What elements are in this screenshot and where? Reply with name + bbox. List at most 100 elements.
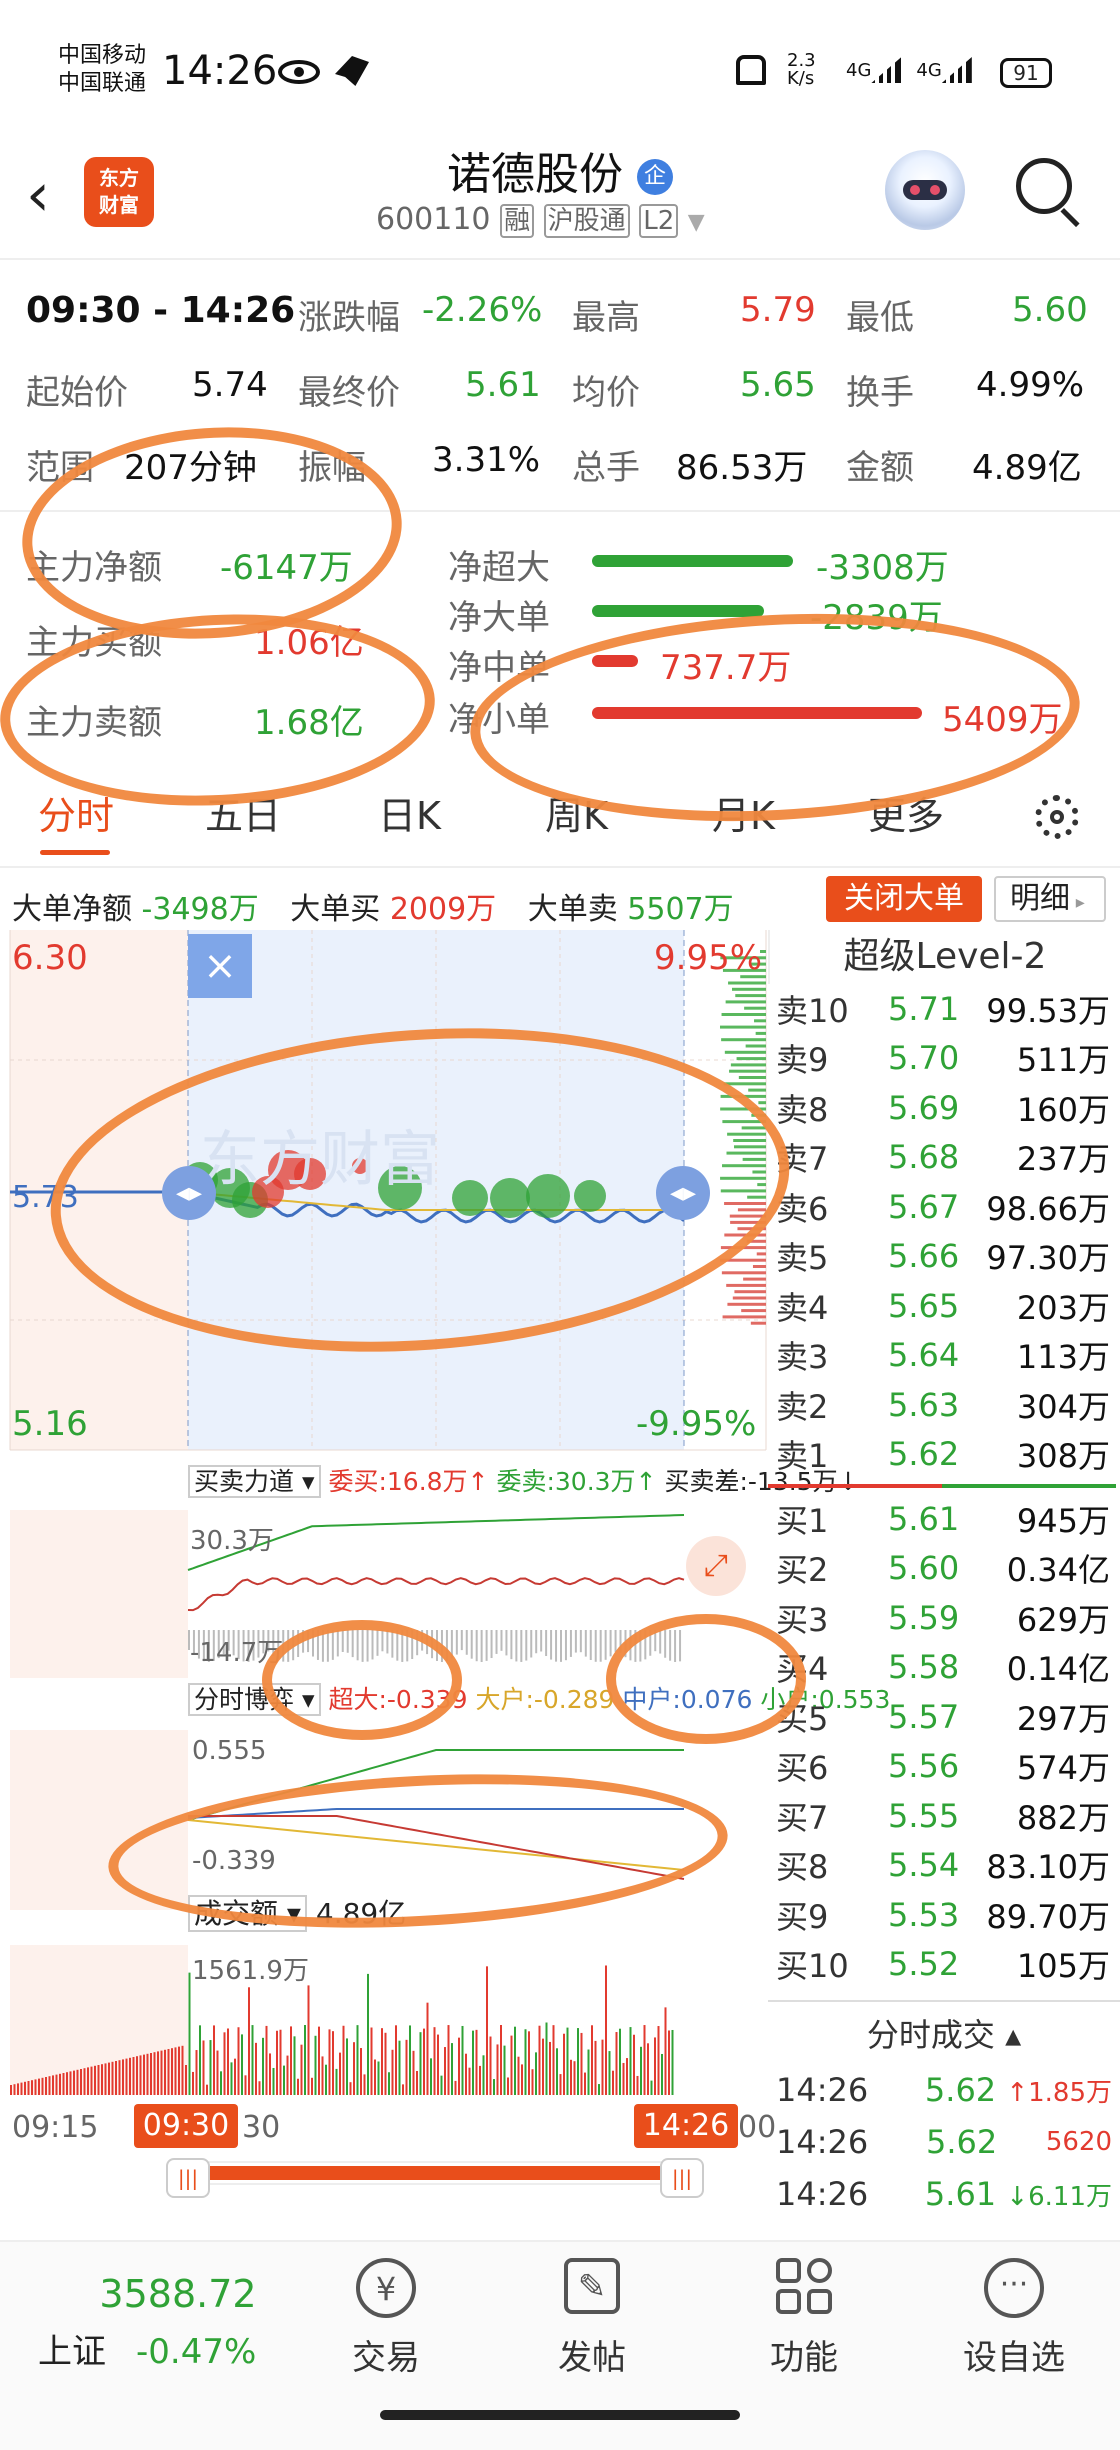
trades-title[interactable]: 分时成交 ▴ xyxy=(768,2010,1120,2056)
volume-bar xyxy=(370,2027,373,2095)
depth-bar xyxy=(733,1139,766,1142)
search-icon[interactable] xyxy=(1010,152,1084,228)
ask-label: 卖8 xyxy=(776,1090,829,1129)
ask-row[interactable]: 卖4 5.65 203万 xyxy=(776,1281,1120,1331)
ask-row[interactable]: 卖1 5.62 308万 xyxy=(776,1430,1120,1480)
back-icon[interactable]: ‹ xyxy=(26,160,70,230)
volume-dropdown[interactable]: 成交额 ▾ xyxy=(188,1895,307,1932)
volume-bar xyxy=(514,2026,516,2095)
bid-ask-diff-bar xyxy=(421,1630,424,1651)
volume-bar xyxy=(360,2048,362,2095)
robot-assistant-avatar[interactable] xyxy=(885,150,965,230)
volume-bar xyxy=(265,2025,268,2095)
nav-add-watchlist[interactable]: 设自选 xyxy=(944,2330,1084,2379)
close-selection-icon[interactable]: × xyxy=(188,934,252,998)
volume-bar xyxy=(146,2053,149,2095)
nav-features[interactable]: 功能 xyxy=(734,2330,874,2379)
ask-row[interactable]: 卖9 5.70 511万 xyxy=(776,1034,1120,1084)
tab-daily[interactable]: 日K xyxy=(378,785,441,840)
bid-ask-diff-bar xyxy=(440,1630,443,1662)
ask-bid-divider xyxy=(768,1484,1116,1488)
ask-price: 5.63 xyxy=(888,1385,960,1424)
index-name: 上证 xyxy=(38,2332,106,2372)
bid-ask-diff-bar xyxy=(470,1630,473,1659)
volume-bar xyxy=(524,2029,527,2095)
bid-row[interactable]: 买5 5.57 297万 xyxy=(776,1692,1120,1742)
ask-row[interactable]: 卖8 5.69 160万 xyxy=(776,1083,1120,1133)
slider-handle-left[interactable]: ||| xyxy=(166,2158,210,2198)
ask-row[interactable]: 卖10 5.71 99.53万 xyxy=(776,984,1120,1034)
volume-bar xyxy=(601,2039,604,2095)
bid-row[interactable]: 买6 5.56 574万 xyxy=(776,1742,1120,1792)
volume-bar xyxy=(55,2074,58,2095)
watchlist-icon[interactable]: ··· xyxy=(984,2258,1044,2318)
close-price-label: 最终价 xyxy=(298,373,400,413)
bid-row[interactable]: 买2 5.60 0.34亿 xyxy=(776,1544,1120,1594)
trade-row: 14:26 5.62 ↑1.85万 xyxy=(776,2064,1120,2116)
volume-bar xyxy=(374,2059,376,2095)
bid-ask-diff-bar xyxy=(584,1630,587,1657)
volume-bar xyxy=(353,2042,355,2095)
volume-bar xyxy=(647,2043,649,2095)
bid-row[interactable]: 买8 5.54 83.10万 xyxy=(776,1841,1120,1891)
bid-row[interactable]: 买7 5.55 882万 xyxy=(776,1791,1120,1841)
detail-button[interactable]: 明细 ▸ xyxy=(994,876,1106,922)
bid-row[interactable]: 买1 5.61 945万 xyxy=(776,1494,1120,1544)
bid-ask-diff-bar xyxy=(560,1630,562,1662)
bid-row[interactable]: 买3 5.59 629万 xyxy=(776,1593,1120,1643)
nav-post[interactable]: 发帖 xyxy=(522,2330,662,2379)
main-sell-label: 主力卖额 xyxy=(26,703,162,743)
index-ticker[interactable]: 3588.72 上证 -0.47% xyxy=(38,2260,318,2373)
range-handle-left-icon[interactable]: ◂▸ xyxy=(162,1166,216,1220)
close-big-order-button[interactable]: 关闭大单 xyxy=(826,876,982,922)
game-dropdown[interactable]: 分时博弈 ▾ xyxy=(188,1683,321,1716)
ask-row[interactable]: 卖3 5.64 113万 xyxy=(776,1331,1120,1381)
tab-intraday[interactable]: 分时 xyxy=(38,785,114,840)
volume-bar xyxy=(136,2056,138,2095)
features-icon[interactable] xyxy=(776,2258,832,2314)
tab-5day[interactable]: 五日 xyxy=(205,785,281,840)
stock-title[interactable]: 诺德股份 企 xyxy=(380,138,740,202)
volume-bar xyxy=(286,2055,289,2095)
bid-ask-diff-bar xyxy=(326,1630,329,1662)
avg-price-value: 5.65 xyxy=(740,365,816,405)
flow-value-large: -2839万 xyxy=(810,598,943,638)
main-buy-value: 1.06亿 xyxy=(254,623,364,663)
bid-ask-diff-bar xyxy=(510,1630,513,1660)
ask-row[interactable]: 卖2 5.63 304万 xyxy=(776,1380,1120,1430)
gear-icon[interactable] xyxy=(1035,795,1079,839)
ask-price: 5.67 xyxy=(888,1187,960,1226)
stock-code-row[interactable]: 600110 融 沪股通 L2 ▼ xyxy=(376,200,705,238)
expand-icon[interactable]: ⤢ xyxy=(686,1536,746,1596)
volume-bar xyxy=(248,1987,250,2095)
bid-list: 买1 5.61 945万 买2 5.60 0.34亿 买3 5.59 629万 买4 5.58 0.1… xyxy=(776,1494,1120,1989)
volume-bar xyxy=(668,2030,670,2095)
ask-row[interactable]: 卖6 5.67 98.66万 xyxy=(776,1182,1120,1232)
tab-weekly[interactable]: 周K xyxy=(545,785,608,840)
bid-row[interactable]: 买4 5.58 0.14亿 xyxy=(776,1643,1120,1693)
nav-trade[interactable]: 交易 xyxy=(316,2330,456,2379)
ask-row[interactable]: 卖5 5.66 97.30万 xyxy=(776,1232,1120,1282)
volume-bar xyxy=(636,2075,639,2095)
bid-row[interactable]: 买9 5.53 89.70万 xyxy=(776,1890,1120,1940)
bid-row[interactable]: 买10 5.52 105万 xyxy=(776,1940,1120,1990)
post-icon[interactable]: ✎ xyxy=(564,2258,620,2314)
home-indicator[interactable] xyxy=(380,2410,740,2420)
volume-bar xyxy=(339,2052,341,2095)
trade-icon[interactable]: ¥ xyxy=(356,2258,416,2318)
volume-bar xyxy=(549,2041,551,2095)
tab-monthly[interactable]: 月K xyxy=(712,785,775,840)
volume-bar xyxy=(398,2040,401,2095)
slider-handle-right[interactable]: ||| xyxy=(660,2158,704,2198)
volume-bar xyxy=(178,2046,180,2095)
ask-row[interactable]: 卖7 5.68 237万 xyxy=(776,1133,1120,1183)
tab-more[interactable]: 更多 xyxy=(868,785,944,840)
depth-bar xyxy=(721,1013,766,1016)
volume-bar xyxy=(573,2061,576,2095)
intraday-chart[interactable]: 东方财富 xyxy=(0,930,768,2220)
bid-ask-diff-bar xyxy=(465,1630,468,1655)
bid-ask-diff-bar xyxy=(302,1630,305,1653)
depth-bar xyxy=(722,1120,766,1124)
range-handle-right-icon[interactable]: ◂▸ xyxy=(656,1166,710,1220)
bid-ask-dropdown[interactable]: 买卖力道 ▾ xyxy=(188,1465,321,1498)
